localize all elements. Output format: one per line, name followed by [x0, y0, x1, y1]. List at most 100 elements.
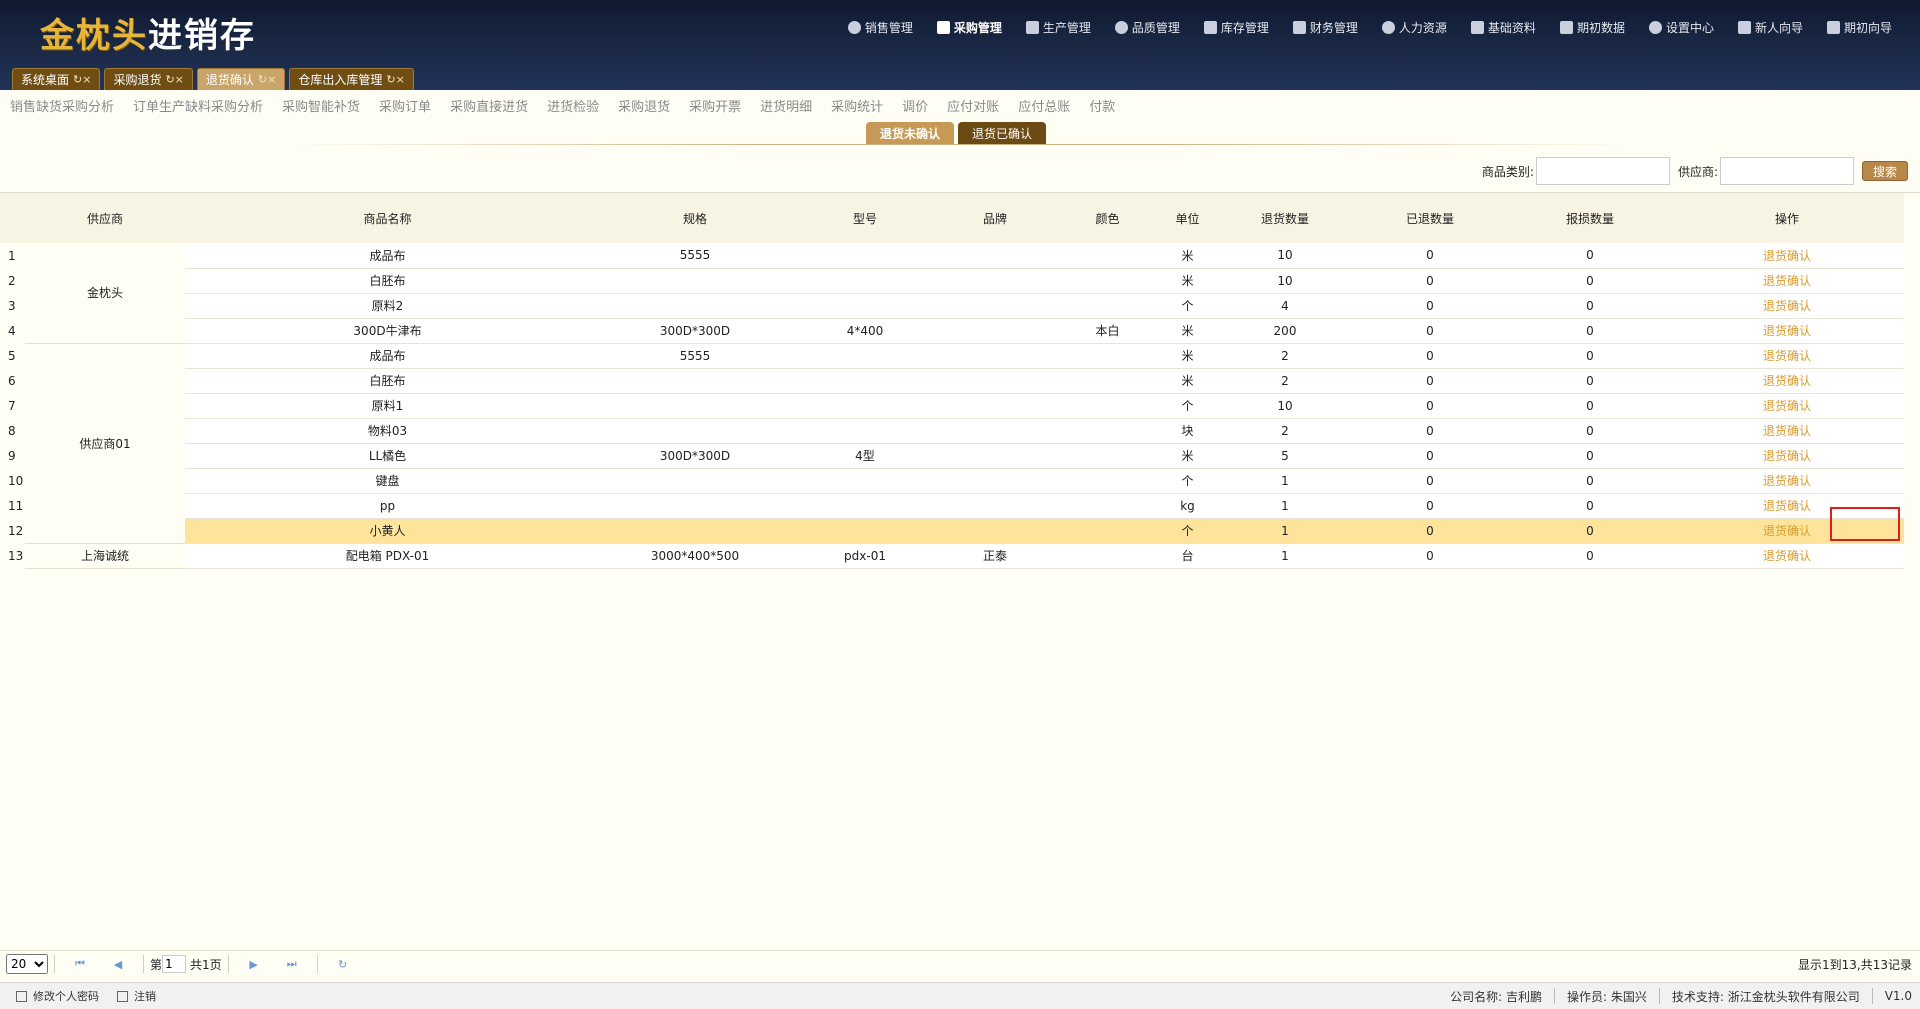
confirm-return-link[interactable]: 退货确认	[1763, 324, 1811, 338]
prev-page-icon[interactable]: ◀	[111, 957, 125, 971]
tab-return-confirmed[interactable]: 退货已确认	[958, 122, 1047, 144]
confirm-return-link[interactable]: 退货确认	[1763, 424, 1811, 438]
submenu-item-4[interactable]: 采购直接进货	[450, 96, 528, 115]
page-size-select[interactable]: 20	[6, 954, 48, 974]
table-row[interactable]: 13 上海诚统 配电箱 PDX-01 3000*400*500 pdx-01 正泰台 1 0 0…	[0, 543, 1904, 569]
submenu-item-6[interactable]: 采购退货	[618, 96, 670, 115]
nav-item-1[interactable]: 采购管理	[936, 19, 1002, 36]
confirm-return-link[interactable]: 退货确认	[1763, 249, 1811, 263]
nav-item-9[interactable]: 设置中心	[1648, 19, 1714, 36]
table-row[interactable]: 11 pp kg 1 0 0 退货确认	[0, 493, 1904, 519]
last-page-icon[interactable]: ⏭	[285, 957, 299, 971]
nav-item-5[interactable]: 财务管理	[1292, 19, 1358, 36]
cell-unit: 块	[1155, 418, 1220, 444]
change-password-link[interactable]: 修改个人密码	[16, 988, 99, 1004]
column-header[interactable]: 商品名称	[185, 193, 590, 243]
category-input[interactable]	[1535, 157, 1670, 185]
table-row[interactable]: 6 白胚布米 2 0 0 退货确认	[0, 368, 1904, 394]
column-header[interactable]: 规格	[590, 193, 800, 243]
operation-cell: 退货确认	[1670, 268, 1904, 294]
page-tab-2[interactable]: 退货确认 ↻×	[196, 68, 286, 90]
close-icon[interactable]: ↻×	[165, 73, 183, 86]
confirm-return-link[interactable]: 退货确认	[1763, 549, 1811, 563]
submenu-item-7[interactable]: 采购开票	[689, 96, 741, 115]
nav-item-7[interactable]: 基础资料	[1470, 19, 1536, 36]
nav-item-2[interactable]: 生产管理	[1025, 19, 1091, 36]
cell-unit: 米	[1155, 343, 1220, 369]
submenu-item-2[interactable]: 采购智能补货	[282, 96, 360, 115]
cell-brand	[930, 243, 1060, 269]
cell-loss: 0	[1510, 293, 1670, 319]
column-header[interactable]: 报损数量	[1510, 193, 1670, 243]
cell-returned: 0	[1350, 368, 1510, 394]
submenu-item-10[interactable]: 调价	[902, 96, 928, 115]
cell-brand	[930, 418, 1060, 444]
tab-return-unconfirmed[interactable]: 退货未确认	[866, 122, 955, 144]
table-row[interactable]: 1 金枕头 成品布 5555 米 10 0 0 退货确认	[0, 243, 1904, 344]
page-tab-3[interactable]: 仓库出入库管理 ↻×	[289, 68, 414, 90]
logout-link[interactable]: 注销	[117, 988, 156, 1004]
column-header[interactable]: 供应商	[25, 193, 185, 243]
table-row[interactable]: 5 供应商01 成品布 5555 米 2 0 0 退货确认	[0, 343, 1904, 544]
nav-item-10[interactable]: 新人向导	[1737, 19, 1803, 36]
nav-item-3[interactable]: 品质管理	[1114, 19, 1180, 36]
table-row[interactable]: 8 物料03 块 2 0 0 退货确认	[0, 418, 1904, 444]
table-row[interactable]: 9 LL橘色 300D*300D 4型米 5 0 0 退货确认	[0, 443, 1904, 469]
confirm-return-link[interactable]: 退货确认	[1763, 499, 1811, 513]
confirm-return-link[interactable]: 退货确认	[1763, 374, 1811, 388]
column-header[interactable]: 操作	[1670, 193, 1904, 243]
cell-returned: 0	[1350, 268, 1510, 294]
submenu-item-1[interactable]: 订单生产缺料采购分析	[133, 96, 263, 115]
table-row[interactable]: 10 键盘个 1 0 0 退货确认	[0, 468, 1904, 494]
cell-qty: 1	[1220, 468, 1350, 494]
submenu-item-0[interactable]: 销售缺货采购分析	[10, 96, 114, 115]
column-header[interactable]: 品牌	[930, 193, 1060, 243]
column-header[interactable]: 型号	[800, 193, 930, 243]
next-page-icon[interactable]: ▶	[247, 957, 261, 971]
table-row[interactable]: 7 原料1 个 10 0 0 退货确认	[0, 393, 1904, 419]
page-tab-1[interactable]: 采购退货 ↻×	[104, 68, 193, 90]
confirm-return-link[interactable]: 退货确认	[1763, 524, 1811, 538]
nav-item-0[interactable]: 销售管理	[847, 19, 913, 36]
column-header[interactable]: 退货数量	[1220, 193, 1350, 243]
submenu-item-13[interactable]: 付款	[1089, 96, 1115, 115]
confirm-return-link[interactable]: 退货确认	[1763, 299, 1811, 313]
cell-model: 4*400	[800, 318, 930, 344]
pencil-icon	[16, 990, 27, 1002]
column-header[interactable]: 已退数量	[1350, 193, 1510, 243]
table-row[interactable]: 4 300D牛津布 300D*300D 4*400 本白米 200 0 0 退货确认	[0, 318, 1904, 344]
close-icon[interactable]: ↻×	[386, 73, 404, 86]
column-header[interactable]: 单位	[1155, 193, 1220, 243]
submenu-item-3[interactable]: 采购订单	[379, 96, 431, 115]
close-icon[interactable]: ↻×	[258, 73, 276, 86]
supplier-input[interactable]	[1719, 157, 1854, 185]
submenu-item-5[interactable]: 进货检验	[547, 96, 599, 115]
submenu-item-11[interactable]: 应付对账	[947, 96, 999, 115]
refresh-icon[interactable]: ↻	[336, 957, 350, 971]
close-icon[interactable]: ↻×	[73, 73, 91, 86]
submenu-item-9[interactable]: 采购统计	[831, 96, 883, 115]
confirm-return-link[interactable]: 退货确认	[1763, 274, 1811, 288]
operation-cell: 退货确认	[1670, 293, 1904, 319]
table-row[interactable]: 3 原料2 个 4 0 0 退货确认	[0, 293, 1904, 319]
version-label: V1.0	[1884, 989, 1912, 1003]
confirm-return-link[interactable]: 退货确认	[1763, 399, 1811, 413]
submenu-item-12[interactable]: 应付总账	[1018, 96, 1070, 115]
nav-item-8[interactable]: 期初数据	[1559, 19, 1625, 36]
search-button[interactable]: 搜索	[1861, 161, 1908, 181]
nav-item-11[interactable]: 期初向导	[1826, 19, 1892, 36]
cell-color: 本白	[1060, 318, 1155, 344]
page-number-input[interactable]	[162, 955, 187, 973]
table-row[interactable]: 12 小黄人个 1 0 0 退货确认	[0, 518, 1904, 544]
nav-item-4[interactable]: 库存管理	[1203, 19, 1269, 36]
page-tab-0[interactable]: 系统桌面 ↻×	[12, 68, 101, 90]
submenu-item-8[interactable]: 进货明细	[760, 96, 812, 115]
column-header[interactable]: 颜色	[1060, 193, 1155, 243]
table-row[interactable]: 2 白胚布米 10 0 0 退货确认	[0, 268, 1904, 294]
confirm-return-link[interactable]: 退货确认	[1763, 474, 1811, 488]
confirm-return-link[interactable]: 退货确认	[1763, 349, 1811, 363]
cell-qty: 10	[1220, 268, 1350, 294]
first-page-icon[interactable]: ⏮	[73, 957, 87, 971]
nav-item-6[interactable]: 人力资源	[1381, 19, 1447, 36]
confirm-return-link[interactable]: 退货确认	[1763, 449, 1811, 463]
